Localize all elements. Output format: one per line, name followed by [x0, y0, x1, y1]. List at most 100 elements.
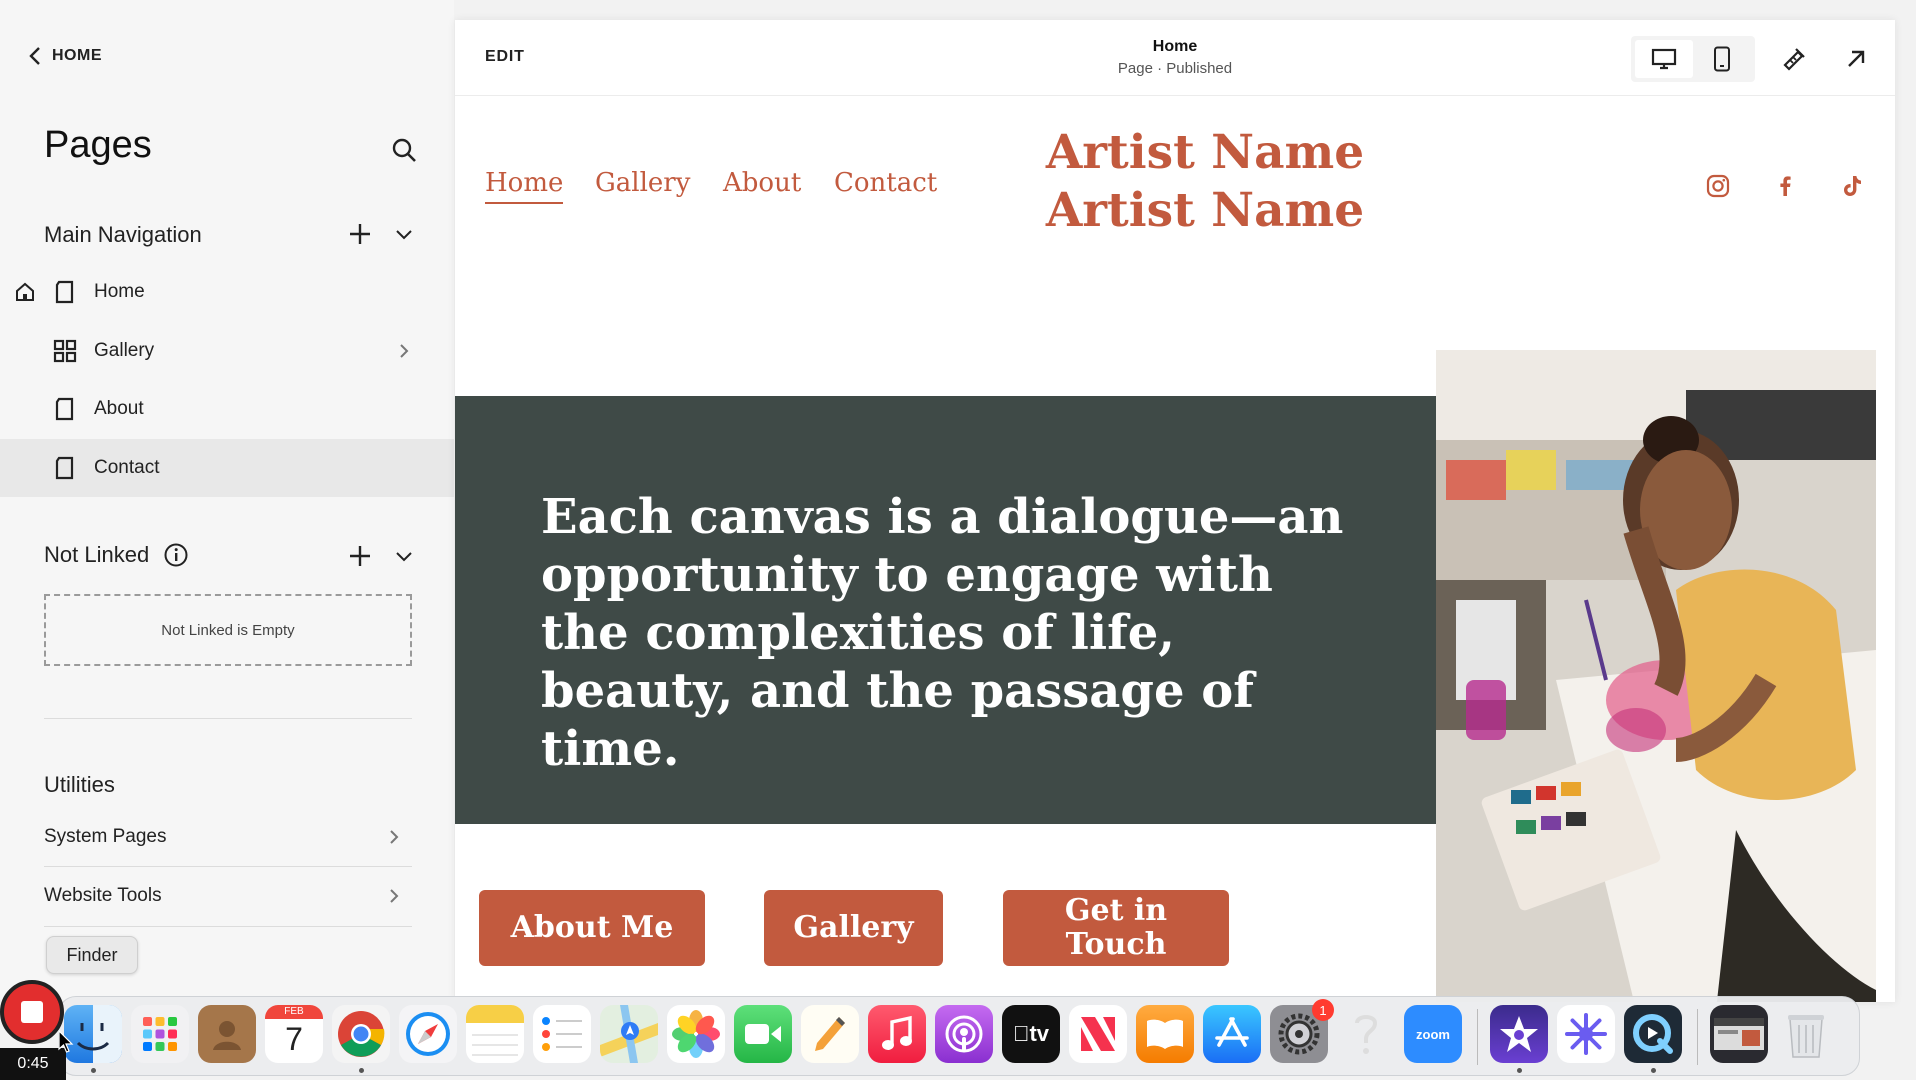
finder-tooltip: Finder: [46, 936, 138, 974]
calendar-day: 7: [285, 1021, 303, 1057]
grid-icon: [53, 339, 77, 363]
device-view-toggle: [1631, 36, 1755, 82]
panel-title: Pages: [44, 124, 152, 166]
reminders-app[interactable]: [533, 1005, 591, 1063]
about-me-button[interactable]: About Me: [479, 890, 705, 966]
pages-sidebar: HOME Pages Main Navigation Home Gallery …: [0, 0, 454, 1000]
instagram-icon[interactable]: [1704, 172, 1732, 200]
page-editor: EDIT Home Page · Published Home Gallery …: [455, 20, 1895, 1002]
collapse-chevron-icon[interactable]: [392, 222, 416, 246]
zoom-app[interactable]: zoom: [1404, 1005, 1462, 1063]
search-icon[interactable]: [390, 136, 418, 164]
facebook-icon[interactable]: [1771, 172, 1799, 200]
imovie-app[interactable]: [1490, 1005, 1548, 1063]
utility-system-pages[interactable]: System Pages: [44, 808, 412, 866]
app-store-icon: [1215, 1017, 1249, 1047]
calendar-month: FEB: [265, 1005, 323, 1019]
open-external-icon[interactable]: [1843, 46, 1869, 72]
site-nav-home[interactable]: Home: [485, 168, 564, 204]
sparkle-icon: [1565, 1013, 1607, 1055]
divider: [44, 926, 412, 927]
sidebar-item-home[interactable]: Home: [0, 263, 454, 321]
utilities-title: Utilities: [44, 772, 115, 797]
reminders-icon: [542, 1017, 582, 1051]
running-indicator: [91, 1068, 96, 1073]
notes-header: [466, 1005, 524, 1023]
main-navigation-title: Main Navigation: [44, 222, 202, 247]
utility-website-tools[interactable]: Website Tools: [44, 867, 412, 925]
page-icon: [55, 456, 74, 480]
mobile-view-button[interactable]: [1693, 40, 1751, 78]
podcasts-app[interactable]: [935, 1005, 993, 1063]
not-linked-heading: Not Linked: [44, 542, 189, 568]
stop-recording-button[interactable]: [0, 980, 64, 1044]
maps-app[interactable]: [600, 1005, 658, 1063]
site-brand[interactable]: Artist Name Artist Name: [1015, 124, 1395, 240]
trash-app[interactable]: [1777, 1005, 1835, 1063]
launchpad-icon: [143, 1017, 177, 1051]
empty-state-text: Not Linked is Empty: [161, 621, 295, 639]
utility-label: System Pages: [44, 826, 167, 847]
back-home-link[interactable]: HOME: [28, 46, 102, 66]
site-nav-gallery[interactable]: Gallery: [595, 168, 690, 198]
quicktime-app[interactable]: [1624, 1005, 1682, 1063]
artist-painting-photo[interactable]: [1436, 350, 1876, 1002]
page-icon: [55, 397, 74, 421]
brand-line: Artist Name: [1045, 125, 1365, 180]
photos-app[interactable]: [667, 1005, 725, 1063]
hero-quote-block[interactable]: Each canvas is a dialogue—an opportunity…: [455, 396, 1438, 824]
get-in-touch-button[interactable]: Get in Touch: [1003, 890, 1229, 966]
chevron-right-icon: [390, 889, 399, 903]
music-note-icon: [882, 1015, 912, 1050]
books-app[interactable]: [1136, 1005, 1194, 1063]
system-settings-app[interactable]: 1: [1270, 999, 1334, 1063]
news-app[interactable]: [1069, 1005, 1127, 1063]
site-nav-contact[interactable]: Contact: [834, 168, 937, 198]
site-styles-icon[interactable]: [1781, 46, 1807, 72]
tiktok-icon[interactable]: [1838, 172, 1866, 200]
podcast-icon: [945, 1015, 983, 1053]
notification-badge: 1: [1312, 999, 1334, 1021]
music-app[interactable]: [868, 1005, 926, 1063]
safari-app[interactable]: [399, 1005, 457, 1063]
contacts-app[interactable]: [198, 1005, 256, 1063]
edit-button[interactable]: EDIT: [485, 48, 525, 66]
facetime-app[interactable]: [734, 1005, 792, 1063]
add-page-icon[interactable]: [346, 542, 374, 570]
chrome-app[interactable]: [332, 1005, 390, 1063]
add-page-icon[interactable]: [346, 220, 374, 248]
contacts-icon: [213, 1021, 241, 1050]
trash-icon: [1788, 1015, 1824, 1058]
photos-icon: [672, 1010, 720, 1058]
recent-window-thumbnail[interactable]: [1710, 1005, 1768, 1063]
running-indicator: [1651, 1068, 1656, 1073]
mobile-icon: [1714, 46, 1730, 72]
app-store-app[interactable]: [1203, 1005, 1261, 1063]
site-nav-about[interactable]: About: [723, 168, 801, 198]
dock-separator: [1477, 1009, 1478, 1065]
pages-app[interactable]: [801, 1005, 859, 1063]
gallery-button[interactable]: Gallery: [764, 890, 943, 966]
notes-app[interactable]: [466, 1005, 524, 1063]
launchpad-app[interactable]: [131, 1005, 189, 1063]
running-indicator: [359, 1068, 364, 1073]
divider: [44, 718, 412, 719]
news-icon: [1081, 1017, 1115, 1051]
sidebar-item-about[interactable]: About: [0, 380, 454, 438]
quicktime-icon: [1633, 1014, 1673, 1054]
book-icon: [1147, 1019, 1183, 1049]
zoom-label: zoom: [1416, 1026, 1450, 1042]
brand-line: Artist Name: [1045, 183, 1365, 238]
perplexity-app[interactable]: [1557, 1005, 1615, 1063]
not-linked-empty-state: Not Linked is Empty: [44, 594, 412, 666]
calendar-app[interactable]: FEB 7: [265, 1005, 323, 1063]
collapse-chevron-icon[interactable]: [392, 544, 416, 568]
sidebar-item-contact[interactable]: Contact: [0, 439, 454, 497]
page-title: Home: [1152, 38, 1198, 55]
desktop-view-button[interactable]: [1635, 40, 1693, 78]
help-app[interactable]: [1337, 1005, 1395, 1063]
chevron-right-icon: [390, 830, 399, 844]
tv-app[interactable]: tv: [1002, 1005, 1060, 1063]
sidebar-item-gallery[interactable]: Gallery: [0, 322, 454, 380]
info-icon[interactable]: [163, 542, 189, 568]
